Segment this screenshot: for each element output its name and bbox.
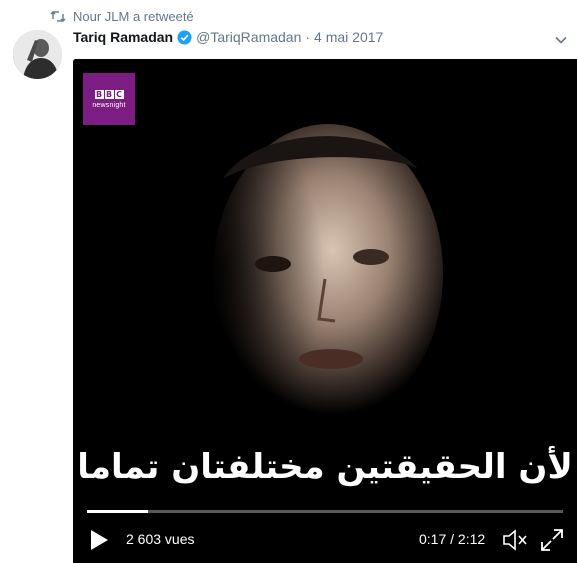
logo-program-text: newsnight (92, 101, 126, 109)
bbc-newsnight-logo: B B C newsnight (83, 73, 135, 125)
progress-fill (87, 510, 148, 513)
retweet-context[interactable]: Nour JLM a retweeté (50, 9, 194, 24)
progress-bar[interactable] (87, 510, 563, 513)
avatar-image (13, 30, 62, 79)
video-frame (73, 59, 577, 563)
fullscreen-icon[interactable] (540, 528, 564, 552)
verified-badge-icon (177, 29, 192, 45)
tweet-date[interactable]: 4 mai 2017 (314, 29, 383, 45)
author-handle[interactable]: @TariqRamadan (196, 29, 301, 45)
video-controls: 2 603 vues 0:17 / 2:12 (73, 523, 577, 557)
play-icon[interactable] (89, 529, 109, 551)
chevron-down-icon[interactable] (553, 32, 569, 48)
retweet-text: Nour JLM a retweeté (73, 9, 194, 24)
tweet-header: Tariq Ramadan @TariqRamadan · 4 mai 2017 (73, 29, 541, 45)
video-subtitle: لأن الحقيقتين مختلفتان تماما (77, 447, 573, 487)
volume-muted-icon[interactable] (502, 528, 528, 552)
timecode: 0:17 / 2:12 (419, 531, 486, 547)
video-player[interactable]: B B C newsnight لأن الحقيقتين مختلفتان ت… (73, 59, 577, 563)
retweet-icon (50, 11, 66, 22)
separator-dot: · (305, 29, 311, 45)
view-count: 2 603 vues (126, 531, 195, 547)
avatar[interactable] (13, 30, 62, 79)
author-name[interactable]: Tariq Ramadan (73, 29, 173, 45)
